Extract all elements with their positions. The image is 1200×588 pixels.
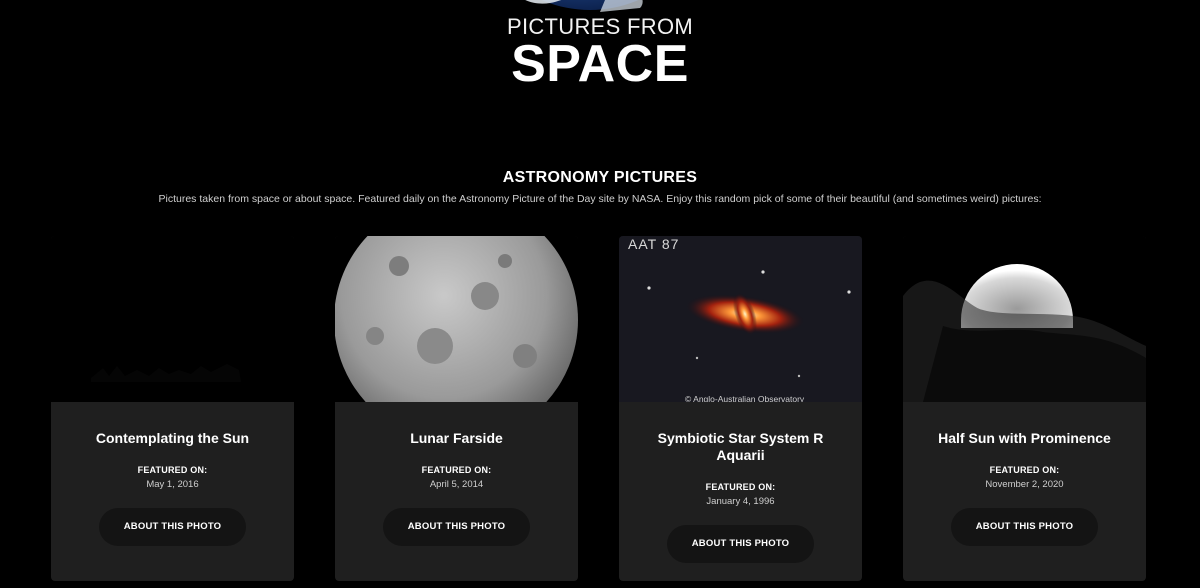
section-title: ASTRONOMY PICTURES xyxy=(502,169,698,186)
card-title: Contemplating the Sun xyxy=(95,430,250,446)
card-title: Lunar Farside xyxy=(410,430,503,446)
about-photo-button[interactable]: ABOUT THIS PHOTO xyxy=(951,508,1098,546)
photo-card: Lunar Farside FEATURED ON: April 5, 2014… xyxy=(335,236,578,581)
photo-card: Contemplating the Sun FEATURED ON: May 1… xyxy=(51,236,294,581)
featured-label: FEATURED ON: xyxy=(421,465,492,475)
featured-label: FEATURED ON: xyxy=(705,482,776,492)
about-photo-button[interactable]: ABOUT THIS PHOTO xyxy=(667,525,814,563)
photo-card: Half Sun with Prominence FEATURED ON: No… xyxy=(903,236,1146,581)
photo-credit: © Anglo-Australian Observatory xyxy=(685,394,805,402)
earth-image xyxy=(490,0,708,12)
hero-title: SPACE xyxy=(511,35,689,93)
featured-date: November 2, 2020 xyxy=(985,479,1064,490)
card-photo: AAT 87 © Anglo-Australian Observatory xyxy=(619,236,862,402)
card-photo xyxy=(335,236,578,402)
about-photo-button[interactable]: ABOUT THIS PHOTO xyxy=(383,508,530,546)
featured-date: April 5, 2014 xyxy=(429,479,484,490)
hero-header: PICTURES FROM SPACE xyxy=(0,0,1200,100)
about-photo-button[interactable]: ABOUT THIS PHOTO xyxy=(99,508,246,546)
card-photo xyxy=(51,236,294,402)
card-title: Half Sun with Prominence xyxy=(938,430,1111,446)
section-description: Pictures taken from space or about space… xyxy=(158,193,1042,205)
card-title: Symbiotic Star System R Aquarii xyxy=(657,430,824,463)
featured-label: FEATURED ON: xyxy=(137,465,208,475)
featured-date: May 1, 2016 xyxy=(146,479,199,490)
card-photo xyxy=(903,236,1146,402)
photo-label: AAT 87 xyxy=(628,236,680,252)
photo-card: AAT 87 © Anglo-Australian Observatory Sy… xyxy=(619,236,862,581)
featured-label: FEATURED ON: xyxy=(989,465,1060,475)
featured-date: January 4, 1996 xyxy=(706,496,775,507)
